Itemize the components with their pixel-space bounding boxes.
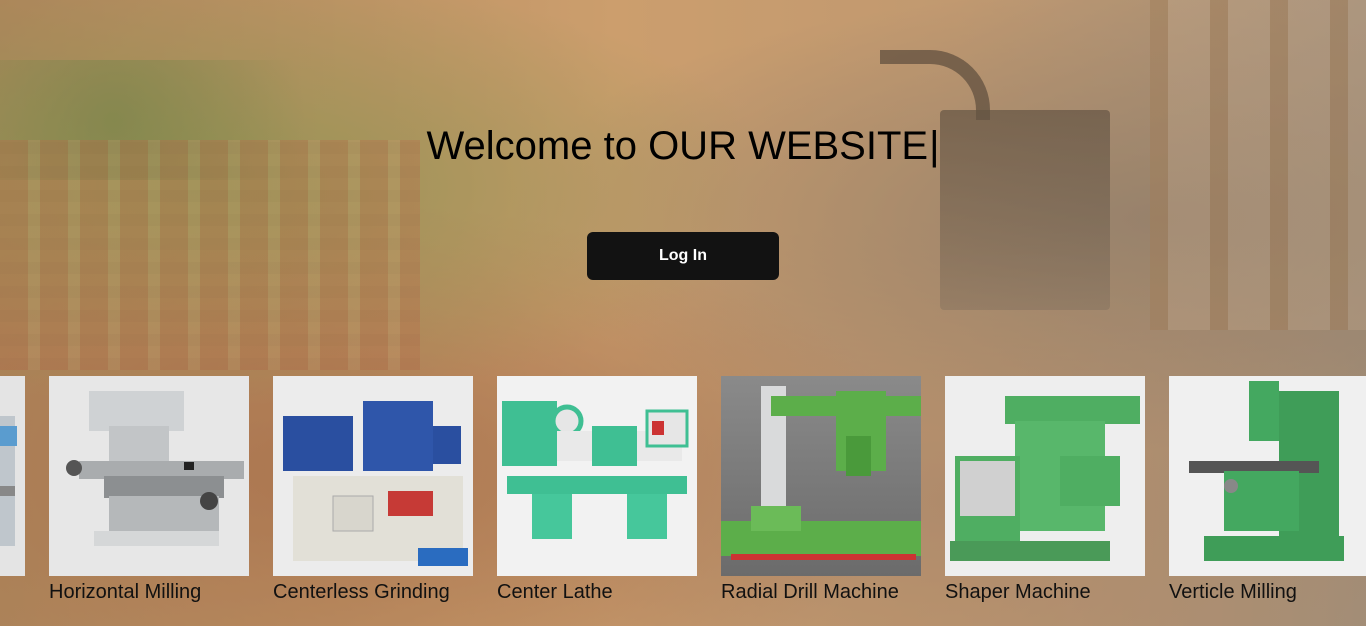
machine-card[interactable]: Radial Drill Machine	[721, 376, 921, 616]
milling-machine-image	[49, 376, 249, 576]
machine-label: Verticle Milling	[1169, 581, 1297, 603]
machine-card[interactable]: Shaper Machine	[945, 376, 1145, 616]
machine-label: Horizontal Milling	[49, 581, 202, 603]
vertical-milling-machine-image	[1169, 376, 1366, 576]
shaper-machine-image	[945, 376, 1145, 576]
machine-card[interactable]: Center Lathe	[497, 376, 697, 616]
machine-card[interactable]: Centerless Grinding	[273, 376, 473, 616]
login-button[interactable]: Log In	[587, 232, 779, 280]
machine-card[interactable]: Verticle Milling	[1169, 376, 1366, 616]
grinding-machine-image	[273, 376, 473, 576]
machine-label: Radial Drill Machine	[721, 581, 899, 603]
machine-label: Center Lathe	[497, 581, 613, 603]
drill-machine-image	[721, 376, 921, 576]
machine-card[interactable]	[0, 376, 25, 616]
machine-carousel[interactable]: Horizontal Milling Centerless Grinding C…	[0, 376, 1366, 616]
headline-text: Welcome to OUR WEBSITE	[426, 124, 929, 168]
machine-card[interactable]: Horizontal Milling	[49, 376, 249, 616]
landing-page: Welcome to OUR WEBSITE| Log In Horizonta…	[0, 0, 1366, 626]
machine-label: Centerless Grinding	[273, 581, 450, 603]
machine-image	[0, 376, 25, 576]
typing-cursor: |	[929, 124, 940, 168]
hero-headline: Welcome to OUR WEBSITE|	[0, 124, 1366, 169]
machine-label: Shaper Machine	[945, 581, 1091, 603]
lathe-machine-image	[497, 376, 697, 576]
